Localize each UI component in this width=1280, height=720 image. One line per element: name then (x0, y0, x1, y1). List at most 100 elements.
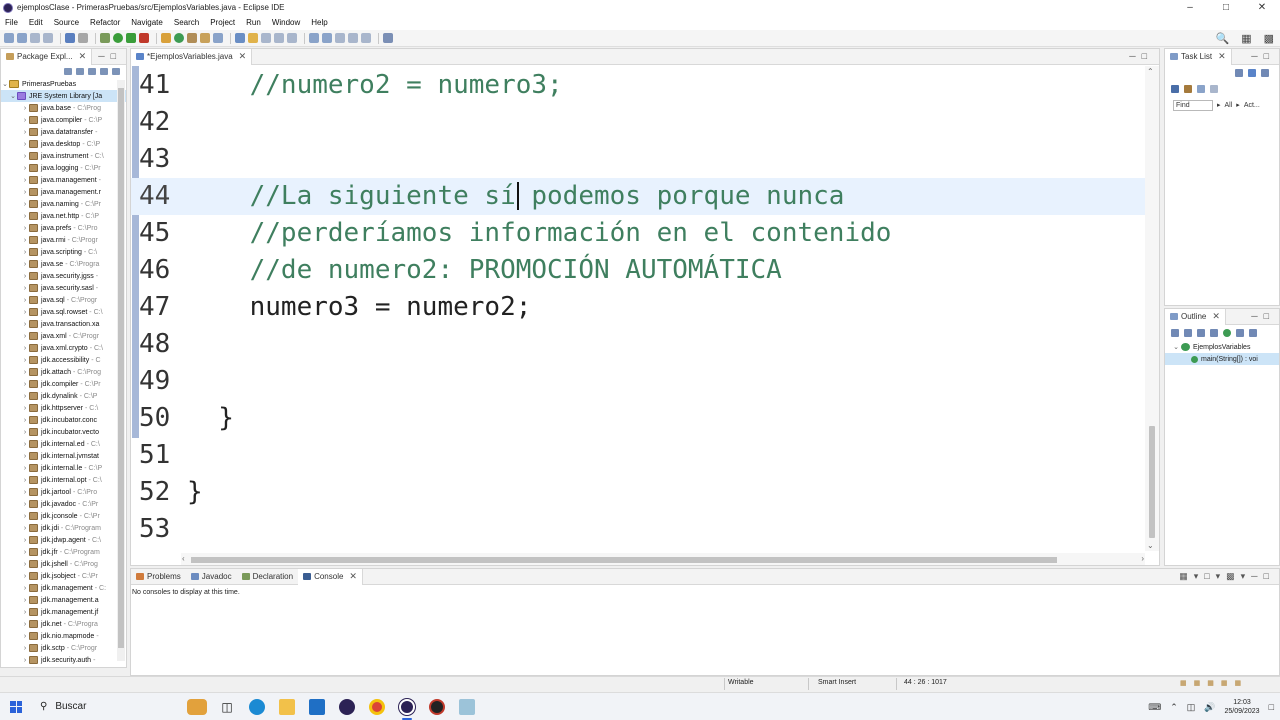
tree-item[interactable]: › jdk.management - C: (1, 582, 126, 594)
mail-icon[interactable] (302, 693, 332, 720)
code-line[interactable]: 43 (131, 141, 1145, 178)
tree-item[interactable]: › jdk.jshell - C:\Prog (1, 558, 126, 570)
chevron-right-icon[interactable]: › (21, 525, 29, 532)
chevron-right-icon[interactable]: › (21, 573, 29, 580)
perspective-icon[interactable]: ▦ (1241, 32, 1251, 45)
chevron-right-icon[interactable]: › (21, 441, 29, 448)
tab-task-list[interactable]: Task List ✕ (1165, 48, 1232, 65)
chevron-right-icon[interactable]: › (21, 621, 29, 628)
editor-horizontal-scrollbar[interactable]: ‹ › (181, 553, 1145, 565)
code-line[interactable]: 45 //perderíamos información en el conte… (131, 215, 1145, 252)
chevron-right-icon[interactable]: › (21, 513, 29, 520)
chevron-right-icon[interactable]: › (21, 129, 29, 136)
skip-breakpoints-icon[interactable] (78, 33, 88, 43)
chevron-right-icon[interactable]: › (21, 501, 29, 508)
chevron-right-icon[interactable]: › (21, 153, 29, 160)
menu-project[interactable]: Project (210, 18, 235, 27)
menu-file[interactable]: File (5, 18, 18, 27)
tab-javadoc[interactable]: Javadoc (186, 569, 237, 585)
chevron-right-icon[interactable]: › (21, 285, 29, 292)
search-icon[interactable] (213, 33, 223, 43)
chevron-right-icon[interactable]: › (21, 105, 29, 112)
editor-controls[interactable]: ─□ (1129, 51, 1153, 61)
chevron-right-icon[interactable]: › (21, 393, 29, 400)
show-whitespace-icon[interactable] (287, 33, 297, 43)
view-menu-icon[interactable] (1261, 69, 1269, 77)
notifications-icon[interactable]: □ (1269, 702, 1274, 712)
tree-item[interactable]: › java.compiler - C:\P (1, 114, 126, 126)
tree-item[interactable]: › java.desktop - C:\P (1, 138, 126, 150)
chevron-up-icon[interactable]: ⌃ (1170, 702, 1178, 713)
tree-item[interactable]: › jdk.incubator.conc (1, 414, 126, 426)
status-cursor-position[interactable]: 44 : 26 : 1017 (904, 679, 947, 686)
chevron-right-icon[interactable]: › (21, 213, 29, 220)
tree-item[interactable]: › java.base - C:\Prog (1, 102, 126, 114)
chevron-right-icon[interactable]: › (21, 297, 29, 304)
open-task-icon[interactable] (200, 33, 210, 43)
tree-item[interactable]: › jdk.sctp - C:\Progr (1, 642, 126, 654)
chevron-right-icon[interactable]: › (21, 453, 29, 460)
tree-item[interactable]: › java.transaction.xa (1, 318, 126, 330)
chevron-right-icon[interactable]: › (21, 585, 29, 592)
tree-item[interactable]: › java.net.http - C:\P (1, 210, 126, 222)
status-insert-mode[interactable]: Smart Insert (818, 679, 856, 686)
maximize-icon[interactable] (112, 68, 120, 75)
save-all-icon[interactable] (30, 33, 40, 43)
chevron-right-icon[interactable]: › (21, 189, 29, 196)
tree-item[interactable]: › java.naming - C:\Pr (1, 198, 126, 210)
notepad-app-icon[interactable] (452, 693, 482, 720)
chevron-right-icon[interactable]: ▸ (1236, 101, 1240, 109)
tree-item[interactable]: › java.scripting - C:\ (1, 246, 126, 258)
tree-item[interactable]: › jdk.dynalink - C:\P (1, 390, 126, 402)
chevron-right-icon[interactable]: › (21, 273, 29, 280)
last-edit-icon[interactable] (335, 33, 345, 43)
tree-item[interactable]: › java.sql - C:\Progr (1, 294, 126, 306)
collapse-icon[interactable] (1210, 85, 1218, 93)
new-java-package-icon[interactable] (161, 33, 171, 43)
all-filter-link[interactable]: All (1225, 102, 1233, 109)
chevron-right-icon[interactable]: › (21, 633, 29, 640)
tree-item[interactable]: › jdk.net - C:\Progra (1, 618, 126, 630)
tree-item[interactable]: › jdk.internal.ed - C:\ (1, 438, 126, 450)
code-line[interactable]: 50 } (131, 400, 1145, 437)
toggle-mark-occurrences-icon[interactable] (235, 33, 245, 43)
code-line[interactable]: 48 (131, 326, 1145, 363)
collapse-all-icon[interactable] (1171, 329, 1179, 337)
close-icon[interactable]: ✕ (1244, 0, 1280, 15)
chevron-right-icon[interactable]: › (21, 309, 29, 316)
tab-editor-file[interactable]: *EjemplosVariables.java ✕ (131, 48, 253, 65)
view-controls[interactable]: ─□ (1251, 51, 1275, 61)
tree-item[interactable]: › jdk.jdi - C:\Program (1, 522, 126, 534)
chevron-down-icon[interactable]: ⌄ (9, 92, 17, 100)
chevron-right-icon[interactable]: › (21, 657, 29, 664)
edge-browser-icon[interactable] (242, 693, 272, 720)
tab-console[interactable]: Console ✕ (298, 568, 363, 585)
block-selection-icon[interactable] (261, 33, 271, 43)
tree-item[interactable]: › jdk.management.jf (1, 606, 126, 618)
java-perspective-icon[interactable]: ▩ (1264, 32, 1274, 45)
tree-item[interactable]: › java.management.r (1, 186, 126, 198)
tree-item[interactable]: › jdk.security.auth - (1, 654, 126, 666)
menu-edit[interactable]: Edit (29, 18, 43, 27)
tree-item-project[interactable]: ⌄ PrimerasPruebas (1, 78, 126, 90)
close-icon[interactable]: ✕ (1212, 311, 1220, 322)
terminal-icon[interactable] (65, 33, 75, 43)
focus-icon[interactable] (1197, 85, 1205, 93)
chevron-right-icon[interactable]: › (21, 117, 29, 124)
code-line[interactable]: 51 (131, 437, 1145, 474)
view-menu-icon[interactable] (88, 68, 96, 75)
tree-item[interactable]: › jdk.jsobject - C:\Pr (1, 570, 126, 582)
minimize-icon[interactable] (100, 68, 108, 75)
run-icon[interactable] (113, 33, 123, 43)
chrome-browser-icon[interactable] (362, 693, 392, 720)
tab-package-explorer[interactable]: Package Expl... ✕ (1, 48, 93, 65)
tree-item[interactable]: › java.sql.rowset - C:\ (1, 306, 126, 318)
print-icon[interactable] (43, 33, 53, 43)
debug-icon[interactable] (100, 33, 110, 43)
tree-item[interactable]: › jdk.compiler - C:\Pr (1, 378, 126, 390)
code-line[interactable]: 44 //La siguiente sí podemos porque nunc… (131, 178, 1145, 215)
chevron-right-icon[interactable]: › (21, 381, 29, 388)
external-tools-icon[interactable] (139, 33, 149, 43)
chevron-right-icon[interactable]: › (21, 465, 29, 472)
coverage-icon[interactable] (126, 33, 136, 43)
